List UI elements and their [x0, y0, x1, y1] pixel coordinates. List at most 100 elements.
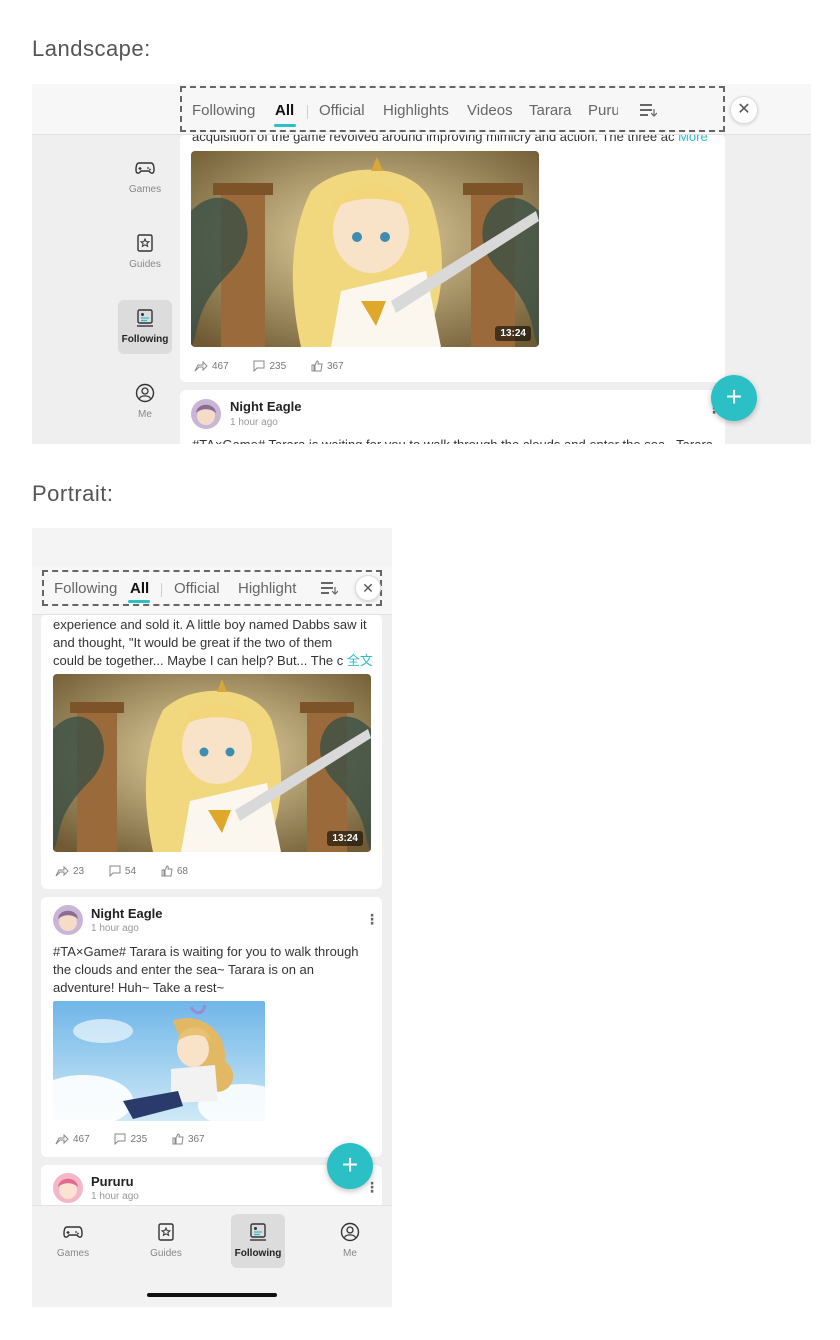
top-tab-bar: Following All Official Highlight ✕ — [32, 566, 392, 615]
anime-art-image — [53, 674, 371, 852]
post-text: experience and sold it. A little boy nam… — [53, 617, 373, 668]
post-time: 1 hour ago — [91, 1191, 139, 1202]
tab-puru[interactable]: Puru — [588, 102, 618, 119]
tab-menu-icon[interactable] — [321, 582, 338, 596]
nav-label: Guides — [129, 259, 161, 270]
nav-guides[interactable]: Guides — [139, 1214, 193, 1268]
close-icon: ✕ — [362, 580, 374, 596]
tab-divider — [161, 583, 162, 597]
nav-following[interactable]: Following — [118, 300, 172, 354]
tab-strip: Following All Official Highlights Videos… — [180, 86, 725, 132]
create-post-button[interactable]: + — [327, 1143, 373, 1189]
post-card[interactable]: acquisition of the game revolved around … — [180, 129, 725, 382]
share-button[interactable]: 467 — [55, 1133, 90, 1145]
post-card[interactable]: Night Eagle 1 hour ago ⋮ #TA×Game# Tarar… — [180, 390, 725, 444]
avatar[interactable] — [191, 399, 221, 429]
share-button[interactable]: 467 — [194, 360, 229, 372]
tab-following[interactable]: Following — [192, 102, 255, 119]
nav-me[interactable]: Me — [323, 1214, 377, 1268]
close-button[interactable]: ✕ — [730, 96, 758, 124]
like-icon — [172, 1133, 184, 1145]
post-time: 1 hour ago — [230, 417, 278, 428]
nav-label: Me — [343, 1248, 357, 1259]
tab-highlight[interactable]: Highlight — [238, 580, 300, 597]
guide-book-icon — [158, 1223, 174, 1241]
gamepad-icon — [135, 162, 155, 174]
nav-label: Me — [138, 409, 152, 420]
nav-games[interactable]: Games — [46, 1214, 100, 1268]
anime-art-image — [191, 151, 539, 347]
post-image[interactable] — [53, 1001, 265, 1121]
nav-me[interactable]: Me — [118, 375, 172, 429]
landscape-section-title: Landscape: — [32, 36, 151, 61]
author-name[interactable]: Pururu — [91, 1174, 134, 1189]
comment-icon — [253, 360, 265, 373]
post-text: #TA×Game# Tarara is waiting for you to w… — [53, 944, 359, 995]
tab-official[interactable]: Official — [174, 580, 220, 597]
tab-tarara[interactable]: Tarara — [529, 102, 572, 119]
like-button[interactable]: 68 — [161, 865, 188, 877]
profile-icon — [135, 383, 155, 403]
author-name[interactable]: Night Eagle — [230, 399, 302, 414]
avatar-image — [53, 1173, 83, 1203]
nav-guides[interactable]: Guides — [118, 225, 172, 279]
tab-official[interactable]: Official — [319, 102, 365, 119]
more-link[interactable]: 全文 — [347, 653, 373, 668]
tab-all[interactable]: All — [275, 102, 294, 119]
portrait-section-title: Portrait: — [32, 481, 114, 506]
share-icon — [55, 865, 69, 877]
close-icon: ✕ — [737, 101, 751, 118]
more-options-icon[interactable]: ⋮ — [365, 1179, 379, 1196]
tab-divider — [307, 105, 308, 119]
sidebar-nav: Games Guides Following Me — [32, 134, 180, 444]
bottom-nav: Games Guides Following Me — [32, 1205, 392, 1307]
tab-videos[interactable]: Videos — [467, 102, 513, 119]
home-indicator — [147, 1293, 277, 1297]
video-thumbnail[interactable]: 13:24 — [53, 674, 371, 852]
guide-book-icon — [137, 234, 153, 252]
comment-icon — [109, 865, 121, 878]
share-icon — [194, 360, 208, 372]
nav-label: Games — [128, 184, 162, 195]
tab-menu-icon[interactable] — [640, 104, 657, 118]
author-name[interactable]: Night Eagle — [91, 906, 163, 921]
nav-label: Following — [121, 334, 169, 345]
landscape-screen: acquisition of the game revolved around … — [32, 84, 811, 444]
like-button[interactable]: 367 — [311, 360, 344, 372]
share-button[interactable]: 23 — [55, 865, 84, 877]
active-tab-indicator — [274, 124, 296, 127]
comment-button[interactable]: 54 — [109, 865, 136, 878]
comment-button[interactable]: 235 — [114, 1133, 147, 1146]
post-card[interactable]: Night Eagle 1 hour ago ⋮ #TA×Game# Tarar… — [41, 897, 382, 1157]
avatar-image — [191, 399, 221, 429]
post-card[interactable]: experience and sold it. A little boy nam… — [41, 614, 382, 889]
profile-icon — [340, 1222, 360, 1242]
avatar[interactable] — [53, 905, 83, 935]
video-duration: 13:24 — [327, 831, 363, 846]
comment-button[interactable]: 235 — [253, 360, 286, 373]
plus-icon: + — [341, 1149, 359, 1180]
like-button[interactable]: 367 — [172, 1133, 205, 1145]
nav-following[interactable]: Following — [231, 1214, 285, 1268]
gamepad-icon — [63, 1226, 83, 1238]
create-post-button[interactable]: + — [711, 375, 757, 421]
nav-label: Following — [234, 1248, 282, 1259]
post-stats: 467 235 367 — [194, 360, 366, 373]
status-bar — [32, 528, 392, 566]
avatar[interactable] — [53, 1173, 83, 1203]
post-stats: 23 54 68 — [55, 865, 210, 878]
close-button[interactable]: ✕ — [355, 575, 381, 601]
tab-highlights[interactable]: Highlights — [383, 102, 449, 119]
nav-games[interactable]: Games — [118, 150, 172, 204]
following-feed-icon — [137, 309, 153, 327]
active-tab-indicator — [128, 600, 150, 603]
plus-icon: + — [725, 381, 743, 412]
like-icon — [311, 360, 323, 372]
more-options-icon[interactable]: ⋮ — [365, 911, 379, 928]
tab-following[interactable]: Following — [54, 580, 117, 597]
share-icon — [55, 1133, 69, 1145]
post-stats: 467 235 367 — [55, 1133, 227, 1146]
tab-all[interactable]: All — [130, 580, 149, 597]
video-thumbnail[interactable]: 13:24 — [191, 151, 539, 347]
post-time: 1 hour ago — [91, 923, 139, 934]
